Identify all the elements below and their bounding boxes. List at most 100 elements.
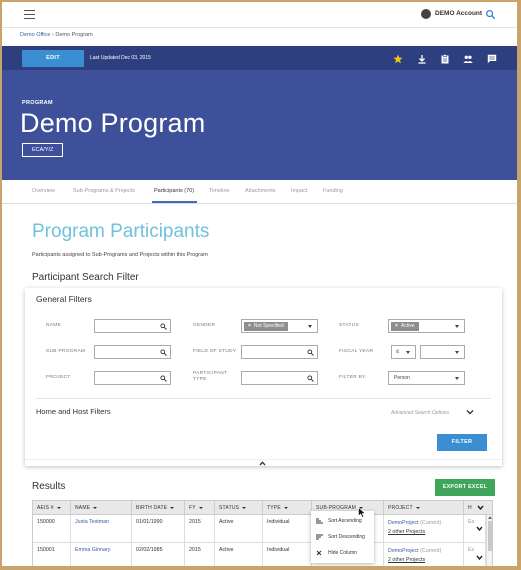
scroll-up-arrow-icon[interactable] (488, 516, 492, 519)
clipboard-icon[interactable] (440, 54, 450, 64)
project-link[interactable]: DemoProject (388, 548, 419, 554)
filter-panel: General Filters NAME GENDER × Not Specifi… (25, 288, 502, 466)
tab-participants[interactable]: Participants (70) (154, 188, 194, 194)
sort-caret-icon[interactable] (242, 506, 247, 509)
search-icon (160, 323, 167, 330)
account-icon[interactable] (421, 9, 431, 19)
program-tabs: Overview Sub-Programs & Projects Partici… (2, 180, 517, 204)
sort-caret-icon[interactable] (283, 506, 288, 509)
page-title: Program Participants (32, 221, 210, 242)
field-of-study-input[interactable] (241, 345, 318, 359)
comment-icon[interactable] (487, 54, 497, 64)
page-description: Participants assigned to Sub-Programs an… (32, 252, 208, 258)
sort-caret-icon[interactable] (415, 506, 420, 509)
gender-chip[interactable]: × Not Specified (244, 322, 288, 331)
advanced-search-options-link[interactable]: Advanced Search Options (391, 410, 449, 416)
account-label[interactable]: DEMO Account (435, 10, 482, 17)
cell-birth-date: 02/02/1985 (132, 543, 185, 566)
chevron-up-icon[interactable] (259, 461, 266, 466)
field-of-study-label: FIELD OF STUDY (193, 349, 237, 354)
tab-sub-programs[interactable]: Sub-Programs & Projects (73, 188, 135, 194)
tab-impact[interactable]: Impact (291, 188, 308, 194)
star-icon[interactable] (393, 54, 403, 64)
program-toolbar: EDIT Last Updated Dec 03, 2015 (2, 46, 517, 70)
cell-fy: 2015 (185, 515, 215, 543)
sort-caret-icon[interactable] (198, 506, 203, 509)
close-icon (316, 550, 322, 556)
participant-type-input[interactable] (241, 371, 318, 385)
column-header-project[interactable]: PROJECT (384, 501, 464, 515)
column-header-aeis[interactable]: AEIS # (33, 501, 71, 515)
expand-row-icon[interactable] (476, 555, 483, 560)
project-input[interactable] (94, 371, 171, 385)
status-label: STATUS (339, 323, 360, 328)
cell-aeis: 150000 (33, 515, 71, 543)
cell-project: DemoProject (Current) 2 other Projects (384, 515, 464, 543)
filter-by-select[interactable]: Person (388, 371, 465, 385)
tab-timeline[interactable]: Timeline (209, 188, 230, 194)
cell-aeis: 150001 (33, 543, 71, 566)
cell-fy: 2015 (185, 543, 215, 566)
app-window: DEMO Account Demo Office › Demo Program … (0, 0, 521, 570)
cell-birth-date: 01/01/1990 (132, 515, 185, 543)
top-bar: DEMO Account (2, 2, 517, 28)
column-header-fy[interactable]: FY (185, 501, 215, 515)
sub-program-input[interactable] (94, 345, 171, 359)
filter-section-title: Participant Search Filter (32, 272, 139, 283)
fiscal-year-label: FISCAL YEAR (339, 349, 374, 354)
sort-caret-icon[interactable] (93, 506, 98, 509)
chevron-down-icon[interactable] (477, 505, 484, 511)
project-link[interactable]: DemoProject (388, 520, 419, 526)
table-scrollbar[interactable] (486, 515, 492, 566)
status-select[interactable]: × Active (388, 319, 465, 333)
name-input[interactable] (94, 319, 171, 333)
download-icon[interactable] (417, 54, 427, 64)
breadcrumb: Demo Office › Demo Program (20, 32, 93, 38)
chevron-down-icon (455, 325, 459, 328)
gender-select[interactable]: × Not Specified (241, 319, 318, 333)
people-icon[interactable] (463, 54, 473, 64)
column-header-status[interactable]: STATUS (215, 501, 263, 515)
edit-button[interactable]: EDIT (22, 50, 84, 67)
active-tab-indicator (152, 201, 197, 203)
collapse-filters-bar[interactable] (25, 459, 502, 466)
cell-name-link[interactable]: Justa Testman (71, 515, 132, 543)
tab-funding[interactable]: Funding (323, 188, 343, 194)
home-host-filters-title[interactable]: Home and Host Filters (36, 407, 111, 416)
scrollbar-thumb[interactable] (488, 521, 492, 551)
search-icon (160, 349, 167, 356)
fiscal-year-select[interactable] (420, 345, 465, 359)
chevron-down-icon[interactable] (466, 408, 474, 416)
breadcrumb-link-office[interactable]: Demo Office (20, 32, 50, 38)
cell-name-link[interactable]: Emma Ginnary (71, 543, 132, 566)
column-header-birth-date[interactable]: BIRTH DATE (132, 501, 185, 515)
expand-row-icon[interactable] (476, 526, 483, 531)
tab-overview[interactable]: Overview (32, 188, 55, 194)
fiscal-year-operator-select[interactable]: ≤ (391, 345, 416, 359)
remove-chip-icon[interactable]: × (248, 323, 251, 329)
general-filters-title: General Filters (36, 294, 92, 304)
filter-by-label: FILTER BY (339, 375, 366, 380)
chevron-down-icon (406, 351, 410, 354)
remove-chip-icon[interactable]: × (395, 323, 398, 329)
export-excel-button[interactable]: EXPORT EXCEL (435, 479, 495, 496)
column-picker[interactable] (472, 501, 492, 515)
chevron-down-icon (308, 325, 312, 328)
other-projects-link[interactable]: 2 other Projects (388, 529, 425, 535)
column-header-type[interactable]: TYPE (263, 501, 312, 515)
sort-caret-icon[interactable] (56, 506, 61, 509)
menu-item-hide-column[interactable]: Hide Column (311, 545, 374, 561)
column-header-name[interactable]: NAME (71, 501, 132, 515)
tab-attachments[interactable]: Attachments (245, 188, 276, 194)
last-updated-text: Last Updated Dec 03, 2015 (90, 55, 151, 61)
status-chip[interactable]: × Active (391, 322, 419, 331)
divider (36, 398, 491, 399)
other-projects-link[interactable]: 2 other Projects (388, 557, 425, 563)
chevron-down-icon (455, 377, 459, 380)
menu-item-sort-descending[interactable]: Sort Descending (311, 529, 374, 545)
sort-caret-icon[interactable] (170, 506, 175, 509)
menu-icon[interactable] (24, 10, 35, 19)
search-icon[interactable] (485, 9, 496, 20)
filter-button[interactable]: FILTER (437, 434, 487, 451)
program-code-badge: ECA/Y/Z (22, 143, 64, 157)
